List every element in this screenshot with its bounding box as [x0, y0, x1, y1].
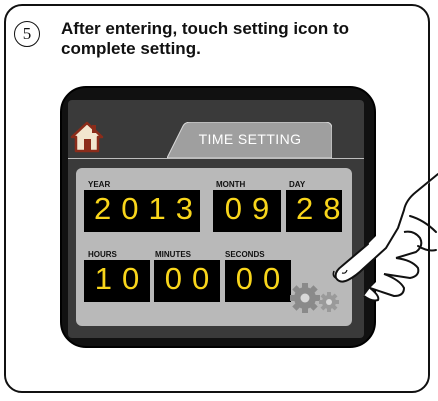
minutes-label: MINUTES: [155, 250, 191, 259]
home-icon[interactable]: [70, 120, 104, 154]
minutes-field[interactable]: 00: [154, 260, 220, 302]
hours-label: HOURS: [88, 250, 117, 259]
month-label: MONTH: [216, 180, 246, 189]
header-divider: [68, 158, 364, 159]
step-number: 5: [14, 21, 40, 47]
seconds-field[interactable]: 00: [225, 260, 291, 302]
seconds-label: SECONDS: [225, 250, 265, 259]
year-label: YEAR: [88, 180, 111, 189]
year-field[interactable]: 2013: [84, 190, 200, 232]
day-label: DAY: [289, 180, 306, 189]
month-field[interactable]: 09: [213, 190, 281, 232]
hours-field[interactable]: 10: [84, 260, 150, 302]
tab-time-setting[interactable]: TIME SETTING: [180, 131, 320, 147]
instruction-text: After entering, touch setting icon to co…: [61, 19, 350, 58]
pointing-hand-icon: [332, 173, 438, 302]
